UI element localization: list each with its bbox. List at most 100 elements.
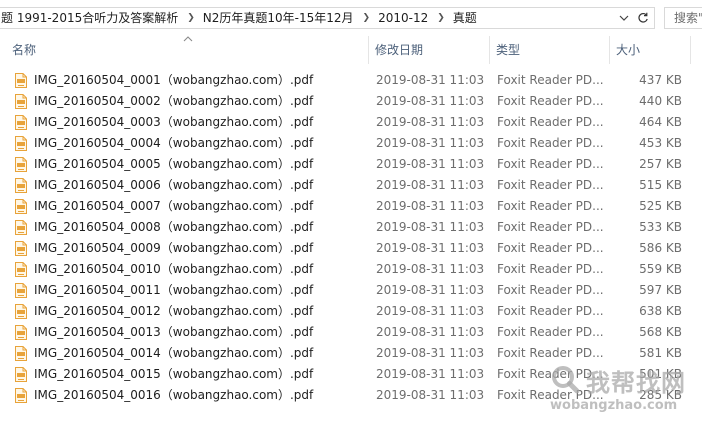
file-type: Foxit Reader PD... [497, 262, 604, 276]
file-name[interactable]: IMG_20160504_0002（wobangzhao.com）.pdf [34, 91, 313, 112]
pdf-file-icon [15, 199, 27, 214]
file-name[interactable]: IMG_20160504_0015（wobangzhao.com）.pdf [34, 364, 313, 385]
file-modified-date: 2019-08-31 11:03 [376, 115, 485, 129]
file-name[interactable]: IMG_20160504_0014（wobangzhao.com）.pdf [34, 343, 313, 364]
file-row[interactable]: IMG_20160504_0006（wobangzhao.com）.pdf 201… [0, 175, 702, 196]
file-row[interactable]: IMG_20160504_0015（wobangzhao.com）.pdf 201… [0, 364, 702, 385]
file-name[interactable]: IMG_20160504_0001（wobangzhao.com）.pdf [34, 70, 313, 91]
file-type: Foxit Reader PD... [497, 136, 604, 150]
pdf-file-icon [15, 73, 27, 88]
pdf-file-icon [15, 157, 27, 172]
breadcrumb-separator-icon[interactable]: ❯ [430, 8, 452, 28]
file-name[interactable]: IMG_20160504_0009（wobangzhao.com）.pdf [34, 238, 313, 259]
pdf-file-icon [15, 325, 27, 340]
column-header-modified[interactable]: 修改日期 [369, 36, 489, 64]
pdf-file-icon [15, 304, 27, 319]
file-row[interactable]: IMG_20160504_0011（wobangzhao.com）.pdf 201… [0, 280, 702, 301]
file-modified-date: 2019-08-31 11:03 [376, 73, 485, 87]
file-size: 285 KB [639, 388, 682, 402]
file-row[interactable]: IMG_20160504_0008（wobangzhao.com）.pdf 201… [0, 217, 702, 238]
file-row[interactable]: IMG_20160504_0002（wobangzhao.com）.pdf 201… [0, 91, 702, 112]
file-name[interactable]: IMG_20160504_0005（wobangzhao.com）.pdf [34, 154, 313, 175]
file-list: IMG_20160504_0001（wobangzhao.com）.pdf 201… [0, 70, 702, 406]
breadcrumb-item-current[interactable]: 真题 [452, 8, 479, 28]
file-type: Foxit Reader PD... [497, 367, 604, 381]
file-name[interactable]: IMG_20160504_0012（wobangzhao.com）.pdf [34, 301, 313, 322]
file-type: Foxit Reader PD... [497, 283, 604, 297]
file-size: 559 KB [639, 262, 682, 276]
pdf-file-icon [15, 94, 27, 109]
file-modified-date: 2019-08-31 11:03 [376, 388, 485, 402]
file-type: Foxit Reader PD... [497, 220, 604, 234]
file-modified-date: 2019-08-31 11:03 [376, 346, 485, 360]
column-header-name[interactable]: 名称 [6, 36, 368, 64]
file-size: 257 KB [639, 157, 682, 171]
column-header-bar: 名称 修改日期 类型 大小 [0, 36, 702, 64]
file-modified-date: 2019-08-31 11:03 [376, 94, 485, 108]
breadcrumb[interactable]: 题 1991-2015合听力及答案解析 ❯ N2历年真题10年-15年12月 ❯… [0, 7, 631, 29]
file-modified-date: 2019-08-31 11:03 [376, 304, 485, 318]
breadcrumb-item-n2[interactable]: N2历年真题10年-15年12月 [202, 8, 356, 28]
file-type: Foxit Reader PD... [497, 346, 604, 360]
file-row[interactable]: IMG_20160504_0010（wobangzhao.com）.pdf 201… [0, 259, 702, 280]
pdf-file-icon [15, 367, 27, 382]
file-name[interactable]: IMG_20160504_0008（wobangzhao.com）.pdf [34, 217, 313, 238]
file-row[interactable]: IMG_20160504_0001（wobangzhao.com）.pdf 201… [0, 70, 702, 91]
file-row[interactable]: IMG_20160504_0005（wobangzhao.com）.pdf 201… [0, 154, 702, 175]
column-header-size[interactable]: 大小 [610, 36, 690, 64]
address-bar: 题 1991-2015合听力及答案解析 ❯ N2历年真题10年-15年12月 ❯… [0, 0, 702, 36]
file-modified-date: 2019-08-31 11:03 [376, 199, 485, 213]
file-explorer-window: 题 1991-2015合听力及答案解析 ❯ N2历年真题10年-15年12月 ❯… [0, 0, 702, 427]
file-row[interactable]: IMG_20160504_0014（wobangzhao.com）.pdf 201… [0, 343, 702, 364]
pdf-file-icon [15, 220, 27, 235]
column-header-type[interactable]: 类型 [490, 36, 609, 64]
file-row[interactable]: IMG_20160504_0004（wobangzhao.com）.pdf 201… [0, 133, 702, 154]
file-name[interactable]: IMG_20160504_0003（wobangzhao.com）.pdf [34, 112, 313, 133]
file-row[interactable]: IMG_20160504_0003（wobangzhao.com）.pdf 201… [0, 112, 702, 133]
file-type: Foxit Reader PD... [497, 73, 604, 87]
pdf-file-icon [15, 178, 27, 193]
file-modified-date: 2019-08-31 11:03 [376, 367, 485, 381]
file-size: 525 KB [639, 199, 682, 213]
file-size: 638 KB [639, 304, 682, 318]
file-name[interactable]: IMG_20160504_0004（wobangzhao.com）.pdf [34, 133, 313, 154]
file-size: 437 KB [639, 73, 682, 87]
file-row[interactable]: IMG_20160504_0007（wobangzhao.com）.pdf 201… [0, 196, 702, 217]
file-name[interactable]: IMG_20160504_0006（wobangzhao.com）.pdf [34, 175, 313, 196]
refresh-icon[interactable] [631, 7, 655, 29]
file-modified-date: 2019-08-31 11:03 [376, 241, 485, 255]
breadcrumb-separator-icon[interactable]: ❯ [356, 8, 378, 28]
file-type: Foxit Reader PD... [497, 157, 604, 171]
file-name[interactable]: IMG_20160504_0016（wobangzhao.com）.pdf [34, 385, 313, 406]
column-divider[interactable] [690, 36, 691, 64]
breadcrumb-item-2010-12[interactable]: 2010-12 [377, 8, 430, 28]
breadcrumb-separator-icon[interactable]: ❯ [180, 8, 202, 28]
file-name[interactable]: IMG_20160504_0010（wobangzhao.com）.pdf [34, 259, 313, 280]
file-row[interactable]: IMG_20160504_0016（wobangzhao.com）.pdf 201… [0, 385, 702, 406]
file-name[interactable]: IMG_20160504_0013（wobangzhao.com）.pdf [34, 322, 313, 343]
pdf-file-icon [15, 346, 27, 361]
file-type: Foxit Reader PD... [497, 388, 604, 402]
file-modified-date: 2019-08-31 11:03 [376, 136, 485, 150]
file-type: Foxit Reader PD... [497, 304, 604, 318]
chevron-down-icon[interactable] [617, 8, 631, 28]
file-type: Foxit Reader PD... [497, 199, 604, 213]
file-name[interactable]: IMG_20160504_0011（wobangzhao.com）.pdf [34, 280, 313, 301]
file-modified-date: 2019-08-31 11:03 [376, 262, 485, 276]
pdf-file-icon [15, 136, 27, 151]
file-row[interactable]: IMG_20160504_0009（wobangzhao.com）.pdf 201… [0, 238, 702, 259]
file-size: 453 KB [639, 136, 682, 150]
search-input[interactable]: 搜索"真题" [664, 7, 702, 29]
file-row[interactable]: IMG_20160504_0012（wobangzhao.com）.pdf 201… [0, 301, 702, 322]
pdf-file-icon [15, 262, 27, 277]
file-name[interactable]: IMG_20160504_0007（wobangzhao.com）.pdf [34, 196, 313, 217]
pdf-file-icon [15, 283, 27, 298]
pdf-file-icon [15, 388, 27, 403]
file-size: 501 KB [639, 367, 682, 381]
file-size: 581 KB [639, 346, 682, 360]
file-row[interactable]: IMG_20160504_0013（wobangzhao.com）.pdf 201… [0, 322, 702, 343]
pdf-file-icon [15, 241, 27, 256]
file-size: 597 KB [639, 283, 682, 297]
breadcrumb-item-listening[interactable]: 题 1991-2015合听力及答案解析 [0, 8, 180, 28]
file-size: 464 KB [639, 115, 682, 129]
